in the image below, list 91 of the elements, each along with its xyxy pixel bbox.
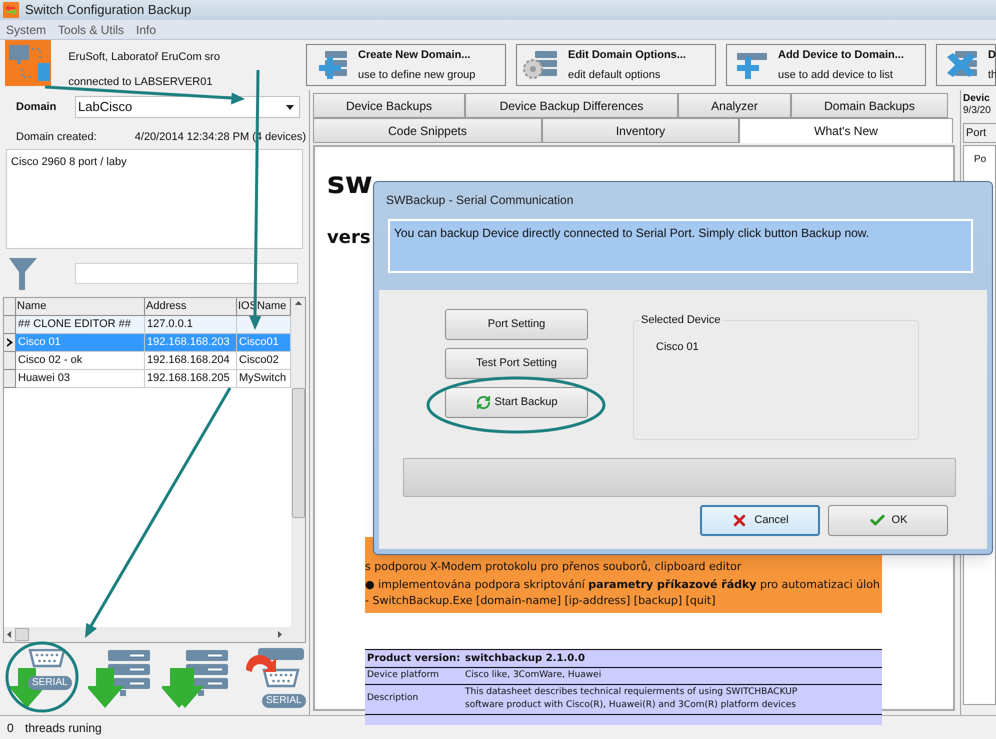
status-text: threads runing — [25, 720, 102, 736]
refresh-icon — [476, 395, 490, 410]
toolbar-title: Add Device to Domain... — [778, 48, 904, 63]
table-cell: Huawei 03 — [18, 372, 70, 384]
scroll-left-icon — [7, 630, 11, 638]
scroll-thumb[interactable] — [292, 388, 304, 518]
spec-label: Device platform — [366, 669, 440, 682]
toolbar-button[interactable]: Edit Domain Options... edit default options — [516, 44, 716, 86]
serial-backup-button[interactable]: SERIAL — [6, 646, 76, 712]
scroll-up-icon — [294, 300, 302, 304]
company-name: EruSoft, Laboratoř EruCom sro — [68, 50, 221, 65]
device-row[interactable]: Huawei 03 192.168.168.205 MySwitch — [4, 370, 291, 388]
tab[interactable]: Domain Backups — [791, 93, 948, 118]
filter-icon — [9, 258, 37, 290]
filter-field[interactable] — [75, 263, 298, 284]
table-cell: 192.168.168.204 — [147, 354, 230, 366]
panel-title: Devic — [963, 93, 991, 105]
horizontal-scrollbar[interactable] — [4, 626, 305, 642]
toolbar-subtitle: use to define new group — [358, 68, 476, 82]
backup-icon — [162, 650, 228, 708]
toolbar-subtitle: edit default options — [568, 68, 662, 82]
connection-status: connected to LABSERVER01 — [68, 74, 214, 90]
row-header-corner — [4, 298, 16, 316]
tab[interactable]: Code Snippets — [313, 118, 542, 143]
dialog-title: SWBackup - Serial Communication — [386, 192, 574, 209]
toolbar-title: Create New Domain... — [358, 48, 472, 63]
cancel-button[interactable]: Cancel — [700, 505, 820, 536]
menu-item[interactable]: Tools & Utils — [52, 20, 130, 38]
thread-count: 0 — [7, 720, 15, 736]
table-cell: Cisco 01 — [18, 336, 61, 348]
table-cell: 192.168.168.203 — [147, 336, 230, 348]
table-cell: Cisco02 — [239, 354, 279, 366]
info-box: You can backup Device directly connected to Serial Port. Simply click button Backup now. — [388, 219, 973, 273]
dialog-button[interactable]: Test Port Setting — [445, 348, 588, 379]
note-text: ● implementována podpora skriptování parametry příkazové řádky pro automatizaci úloh - SwitchBackup.Exe [domain-name] [ip-address] [backup] [quit] — [365, 577, 881, 609]
spec-value: switchbackup 2.1.0.0 — [465, 652, 586, 666]
ok-button[interactable]: OK — [828, 505, 948, 536]
column-header[interactable]: Address — [145, 298, 237, 316]
vertical-scrollbar[interactable] — [291, 298, 305, 626]
toolbar-button[interactable]: Create New Domain... use to define new group — [306, 44, 506, 86]
domain-dropdown[interactable]: LabCisco — [75, 96, 300, 118]
page-subheading: vers — [327, 227, 371, 249]
toolbar-subtitle: use to add device to list — [778, 68, 894, 82]
table-cell: 127.0.0.1 — [147, 318, 193, 330]
table-cell: Cisco01 — [239, 336, 279, 348]
table-cell: ## CLONE EDITOR ## — [18, 318, 131, 330]
group-label: Selected Device — [640, 314, 722, 326]
dialog-button[interactable]: Port Setting — [445, 309, 588, 340]
tab[interactable]: Inventory — [542, 118, 739, 143]
server-icon — [521, 49, 559, 81]
spec-value: This datasheet describes technical requierments of using SWITCHBACKUP software product with Cisco(R), Huawei(R) and 3Com(R) platform devices — [465, 686, 798, 712]
table-cell: 192.168.168.205 — [147, 372, 230, 384]
tab[interactable]: Port — [963, 123, 996, 143]
window-title: Switch Configuration Backup — [25, 1, 192, 20]
menu-item[interactable]: System — [0, 20, 52, 38]
toolbar-button[interactable]: Add Device to Domain... use to add device to list — [726, 44, 926, 86]
backup-icon — [245, 646, 305, 688]
dialog-button[interactable]: Start Backup — [445, 387, 588, 418]
scroll-right-icon — [278, 630, 282, 638]
tab[interactable]: Analyzer — [678, 93, 791, 118]
toolbar-title: Edit Domain Options... — [568, 48, 686, 63]
description-box[interactable]: Cisco 2960 8 port / laby — [6, 148, 303, 248]
table-cell: Cisco 02 - ok — [18, 354, 82, 366]
page-heading: sw — [327, 167, 373, 201]
tab[interactable]: What's New — [739, 118, 953, 143]
dropdown-caret-icon — [286, 104, 294, 110]
spec-label: Product version: — [366, 652, 462, 666]
row-pointer-icon — [6, 338, 12, 346]
tab[interactable]: Device Backup Differences — [465, 93, 678, 118]
device-row[interactable]: Cisco 02 - ok 192.168.168.204 Cisco02 — [4, 352, 291, 370]
menu-item[interactable]: Info — [130, 20, 162, 38]
column-header[interactable]: Name — [16, 298, 145, 316]
panel-date: 9/3/20 — [963, 105, 992, 117]
domain-created-label: Domain created: — [16, 130, 97, 145]
backup-icon — [88, 650, 150, 708]
serial-label: SERIAL — [262, 694, 306, 708]
row-header[interactable] — [4, 334, 16, 352]
app-icon — [3, 2, 19, 18]
selected-device-name: Cisco 01 — [656, 340, 699, 355]
serial-backup-button[interactable]: SERIAL — [240, 646, 310, 712]
spec-value: Cisco like, 3ComWare, Huawei — [465, 669, 602, 682]
device-row[interactable]: ## CLONE EDITOR ## 127.0.0.1 — [4, 316, 291, 334]
spec-label: Description — [366, 692, 420, 706]
tab[interactable]: Device Backups — [313, 93, 465, 118]
toolbar-title: D — [988, 48, 996, 63]
scroll-thumb[interactable] — [15, 628, 29, 640]
table-cell: MySwitch — [239, 372, 286, 384]
note-text: s podporou X-Modem protokolu pro přenos souborů, clipboard editor — [365, 559, 742, 575]
domain-label: Domain — [16, 100, 58, 115]
serial-label: SERIAL — [28, 676, 72, 690]
column-header[interactable]: Po — [974, 154, 986, 165]
